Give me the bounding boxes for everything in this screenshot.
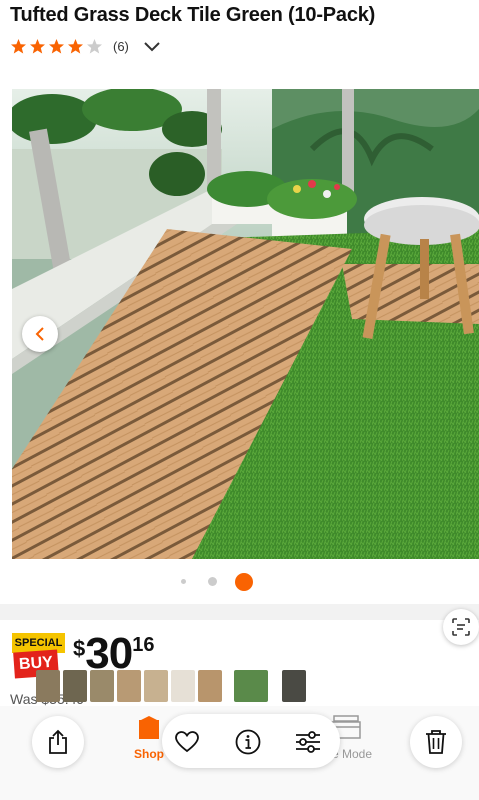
star-filled-icon [30,39,45,54]
section-divider [0,604,479,620]
pagination-dot[interactable] [208,577,217,586]
scan-text-icon [452,618,470,636]
thumbnail[interactable] [234,670,268,702]
thumbnail[interactable] [171,670,195,702]
previous-image-button[interactable] [22,316,58,352]
star-rating [10,38,105,55]
price-cents: 16 [132,634,155,656]
shop-tab-label[interactable]: Shop [134,747,164,761]
thumbnail[interactable] [198,670,222,702]
pagination-dot-active[interactable] [235,573,253,591]
shop-icon[interactable] [138,716,160,740]
heart-icon [175,731,199,753]
star-filled-icon [68,39,83,54]
trash-icon [426,730,446,754]
gallery-pagination [0,572,479,592]
chevron-left-icon [35,327,44,341]
info-button[interactable] [234,728,262,756]
deck-tile-photo [12,89,479,559]
product-page: Tufted Grass Deck Tile Green (10-Pack) (… [0,0,479,800]
favorite-button[interactable] [174,730,200,754]
thumbnail[interactable] [282,670,306,702]
star-filled-icon [11,39,26,54]
thumbnail[interactable] [117,670,141,702]
scan-text-button[interactable] [443,609,479,645]
star-filled-icon [49,39,64,54]
info-icon [235,729,261,755]
price-currency: $ [73,636,86,661]
share-icon [49,729,67,754]
rating-row[interactable]: (6) [10,38,161,55]
star-empty-icon [87,39,102,54]
thumbnail[interactable] [90,670,114,702]
chevron-down-icon[interactable] [143,41,161,53]
thumbnail[interactable] [63,670,87,702]
product-title: Tufted Grass Deck Tile Green (10-Pack) [10,4,376,26]
sliders-icon [296,731,320,753]
thumbnail-gap [225,670,231,702]
thumbnail[interactable] [36,670,60,702]
thumbnail[interactable] [144,670,168,702]
photo-thumbnails [36,670,309,704]
adjust-button[interactable] [294,729,322,755]
delete-button[interactable] [410,716,462,768]
share-button[interactable] [32,716,84,768]
thumbnail-gap [271,670,279,702]
rating-count[interactable]: (6) [113,39,129,54]
product-image[interactable] [12,89,479,559]
pagination-dot[interactable] [181,579,186,584]
